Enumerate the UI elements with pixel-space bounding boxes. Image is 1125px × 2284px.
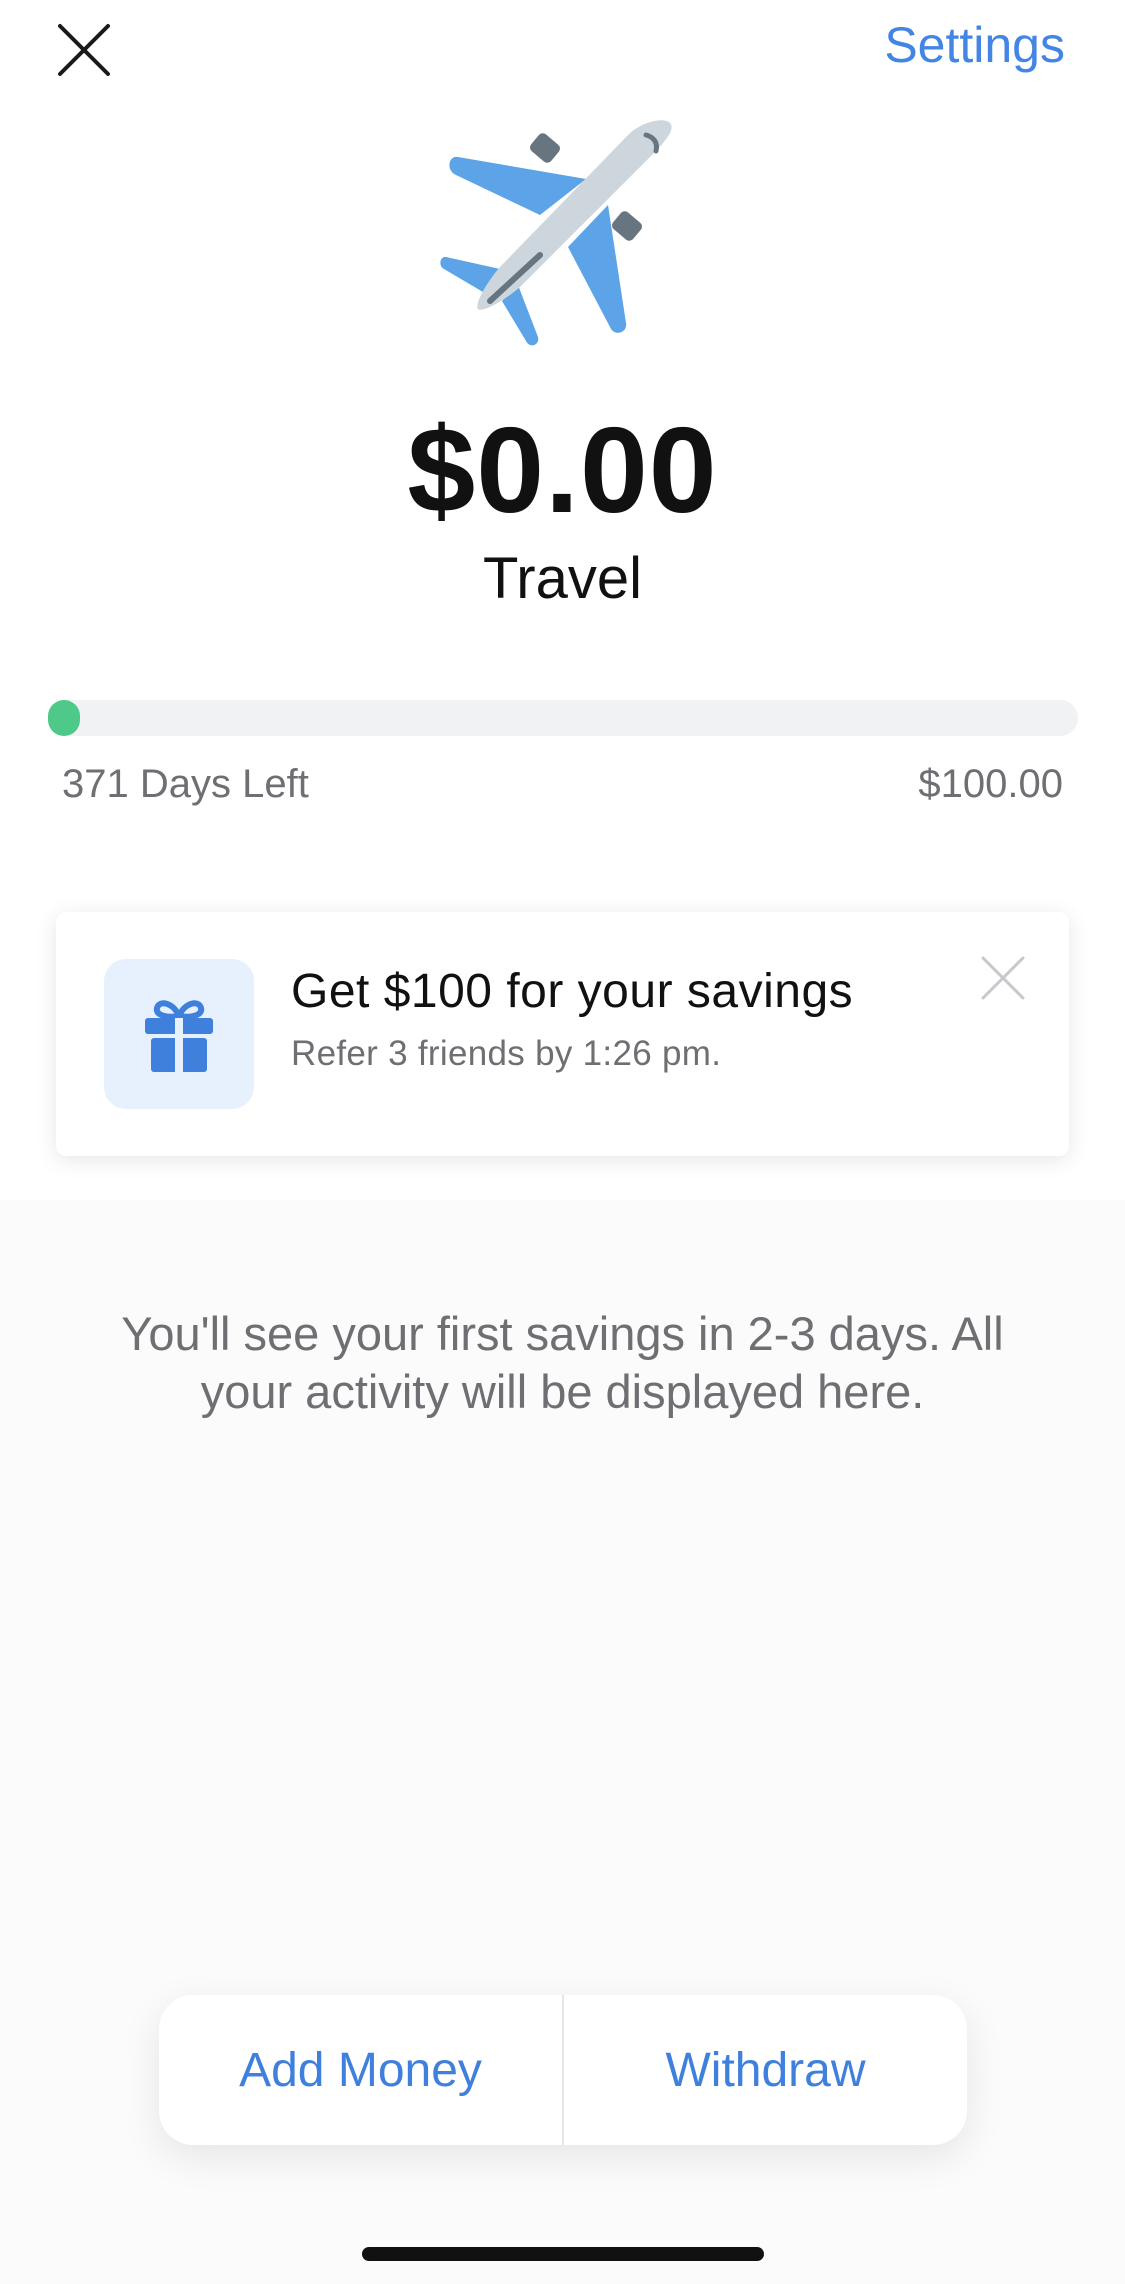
settings-button[interactable]: Settings — [884, 16, 1065, 74]
gift-icon — [145, 1000, 213, 1072]
goal-target-amount: $100.00 — [918, 762, 1063, 806]
goal-actions-bar: Add Money Withdraw — [159, 1995, 967, 2145]
referral-promo-card[interactable]: Get $100 for your savings Refer 3 friend… — [56, 912, 1069, 1156]
goal-progress-bar — [48, 700, 1078, 736]
promo-subtitle: Refer 3 friends by 1:26 pm. — [291, 1034, 722, 1073]
days-left-label: 371 Days Left — [62, 762, 309, 806]
withdraw-button[interactable]: Withdraw — [564, 1995, 967, 2145]
close-icon[interactable] — [52, 18, 116, 82]
promo-title: Get $100 for your savings — [291, 965, 854, 1018]
goal-progress-fill — [48, 700, 80, 736]
add-money-button[interactable]: Add Money — [159, 1995, 562, 2145]
home-indicator[interactable] — [362, 2247, 764, 2261]
promo-dismiss-icon[interactable] — [979, 954, 1027, 1002]
goal-name: Travel — [483, 546, 642, 611]
airplane-icon — [440, 115, 680, 355]
gift-icon-badge — [104, 959, 254, 1109]
goal-balance: $0.00 — [407, 402, 718, 538]
activity-empty-message: You'll see your first savings in 2-3 day… — [121, 1307, 1004, 1418]
